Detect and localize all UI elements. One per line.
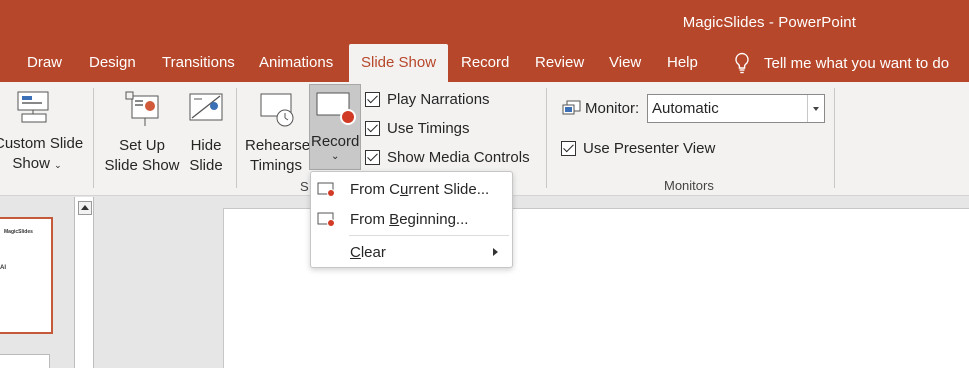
use-timings-checkbox[interactable]: Use Timings	[365, 120, 470, 137]
menu-item-label: Clear	[350, 244, 386, 261]
use-timings-label: Use Timings	[387, 120, 470, 137]
custom-slide-show-icon	[17, 91, 49, 123]
menu-item-label: From Current Slide...	[350, 181, 490, 198]
custom-slide-show-button[interactable]: Custom Slide Show ⌄	[0, 90, 84, 175]
set-up-slide-show-icon	[125, 91, 159, 126]
checkbox-box[interactable]	[365, 150, 380, 165]
slide-thumbnail[interactable]	[0, 354, 50, 368]
monitor-icon	[562, 100, 581, 115]
record-dropdown-menu: From Current Slide... From Beginning... …	[310, 171, 513, 268]
hide-slide-icon	[189, 93, 223, 121]
chevron-down-icon[interactable]	[807, 95, 824, 122]
slide-thumbnail[interactable]: MagicSlides AI	[0, 217, 53, 334]
use-presenter-view-label: Use Presenter View	[583, 140, 716, 157]
lightbulb-icon	[735, 52, 749, 74]
tell-me-search[interactable]: Tell me what you want to do	[733, 44, 949, 82]
monitor-select[interactable]: Automatic	[647, 94, 825, 123]
set-up-group-label: S	[300, 179, 309, 194]
tab-transitions[interactable]: Transitions	[162, 44, 235, 82]
tab-help[interactable]: Help	[667, 44, 698, 82]
tab-review[interactable]: Review	[535, 44, 584, 82]
record-dropdown-chevron-icon: ⌄	[331, 151, 340, 162]
play-narrations-label: Play Narrations	[387, 91, 490, 108]
ribbon-separator	[93, 88, 94, 188]
tell-me-label: Tell me what you want to do	[764, 54, 950, 72]
set-up-slide-show-button[interactable]: Set Up Slide Show	[104, 90, 180, 176]
thumbnail-brand: MagicSlides	[4, 229, 33, 235]
thumbnail-text: AI	[0, 265, 6, 271]
scroll-up-arrow-icon[interactable]	[78, 201, 92, 215]
window-title: MagicSlides - PowerPoint	[682, 14, 856, 31]
thumbnail-scrollbar[interactable]	[74, 197, 94, 368]
menu-item-label: From Beginning...	[350, 211, 469, 228]
record-from-beginning-icon	[317, 212, 335, 227]
tab-view[interactable]: View	[609, 44, 641, 82]
tab-design[interactable]: Design	[89, 44, 136, 82]
record-label: Record	[311, 133, 360, 150]
tab-animations[interactable]: Animations	[259, 44, 333, 82]
show-media-controls-checkbox[interactable]: Show Media Controls	[365, 149, 530, 166]
record-from-current-icon	[317, 182, 335, 197]
custom-slide-show-label-1: Custom Slide	[0, 135, 84, 152]
use-presenter-view-checkbox[interactable]: Use Presenter View	[561, 140, 715, 157]
set-up-label-2: Slide Show	[104, 157, 180, 174]
play-narrations-checkbox[interactable]: Play Narrations	[365, 91, 490, 108]
checkbox-box[interactable]	[365, 121, 380, 136]
ribbon-tab-bar: Draw Design Transitions Animations Slide…	[0, 44, 969, 82]
hide-slide-label-1: Hide	[190, 137, 222, 154]
ribbon-separator	[834, 88, 835, 188]
record-icon	[316, 92, 356, 125]
rehearse-label-1: Rehearse	[245, 137, 311, 154]
menu-item-from-current-slide[interactable]: From Current Slide...	[311, 174, 512, 204]
show-media-controls-label: Show Media Controls	[387, 149, 530, 166]
rehearse-label-2: Timings	[250, 157, 302, 174]
monitors-group-label: Monitors	[664, 178, 714, 193]
rehearse-timings-button[interactable]: Rehearse Timings	[245, 90, 311, 176]
checkbox-box[interactable]	[561, 141, 576, 156]
rehearse-timings-icon	[260, 93, 294, 127]
menu-separator	[349, 235, 509, 236]
tab-slide-show[interactable]: Slide Show	[349, 44, 449, 82]
menu-item-from-beginning[interactable]: From Beginning...	[311, 204, 512, 234]
hide-slide-button[interactable]: Hide Slide	[184, 90, 228, 176]
hide-slide-label-2: Slide	[189, 157, 223, 174]
ribbon-separator	[236, 88, 237, 188]
title-bar: MagicSlides - PowerPoint	[0, 0, 969, 44]
monitor-label: Monitor:	[585, 100, 640, 117]
set-up-label-1: Set Up	[119, 137, 165, 154]
menu-item-clear[interactable]: Clear	[311, 237, 512, 267]
checkbox-box[interactable]	[365, 92, 380, 107]
record-button[interactable]: Record ⌄	[309, 84, 361, 170]
monitor-select-value: Automatic	[652, 100, 719, 117]
ribbon-separator	[546, 88, 547, 188]
tab-draw[interactable]: Draw	[27, 44, 62, 82]
tab-record[interactable]: Record	[461, 44, 509, 82]
custom-slide-show-label-2: Show ⌄	[12, 155, 62, 172]
submenu-arrow-icon	[493, 248, 498, 256]
